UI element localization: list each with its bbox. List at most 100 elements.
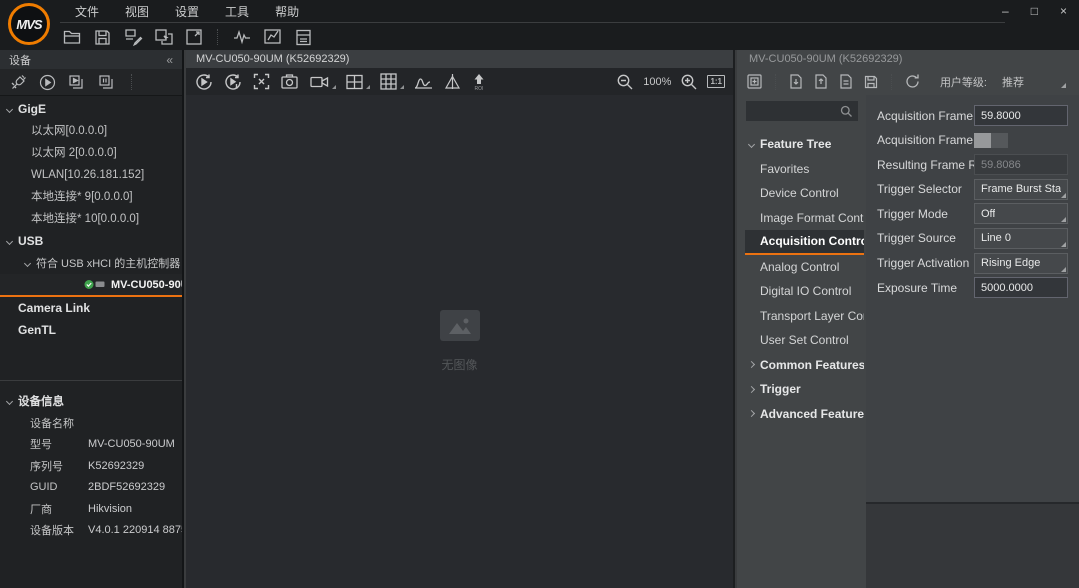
menu-item[interactable]: 文件: [62, 0, 112, 22]
continuous-acquisition-icon[interactable]: [194, 72, 214, 92]
minimize-button[interactable]: –: [1002, 0, 1009, 22]
dropdown-arrow-icon[interactable]: [1061, 83, 1066, 88]
crossline-icon[interactable]: [443, 72, 462, 91]
tree-node-camera-link[interactable]: Camera Link: [0, 297, 182, 319]
property-input[interactable]: 59.8000: [974, 105, 1068, 126]
user-level-control[interactable]: 用户等级: 推荐: [940, 74, 1024, 90]
tree-node-interface[interactable]: 以太网[0.0.0.0]: [0, 120, 182, 142]
waveform-icon[interactable]: [232, 27, 252, 47]
feature-tree-item[interactable]: Acquisition Control: [745, 230, 864, 255]
device-info-row: 序列号 K52692329: [0, 455, 182, 477]
maximize-button[interactable]: □: [1031, 0, 1038, 22]
import-config-icon[interactable]: [788, 73, 804, 90]
device-info-header[interactable]: 设备信息: [0, 390, 182, 412]
snapshot-icon[interactable]: [280, 72, 300, 92]
tree-node-interface[interactable]: 以太网 2[0.0.0.0]: [0, 142, 182, 164]
menu-item[interactable]: 帮助: [262, 0, 312, 22]
tree-node-gentl[interactable]: GenTL: [0, 319, 182, 341]
feature-tree-item[interactable]: Image Format Control: [745, 206, 864, 231]
collapse-panel-button[interactable]: «: [166, 53, 173, 67]
tree-node-interface[interactable]: 本地连接* 10[0.0.0.0]: [0, 208, 182, 230]
dropdown-arrow-icon[interactable]: [400, 85, 404, 89]
start-all-icon[interactable]: [68, 74, 86, 91]
dropdown-corner-icon: [1061, 267, 1066, 272]
feature-tree-item[interactable]: User Set Control: [745, 328, 864, 353]
feature-search-input[interactable]: [746, 101, 858, 121]
open-folder-icon[interactable]: [62, 27, 82, 47]
svg-text:ROI: ROI: [475, 86, 484, 91]
no-image-text: 无图像: [441, 356, 477, 373]
feature-tree-item[interactable]: Common Features: [745, 353, 864, 378]
feature-tree-item[interactable]: Device Control: [745, 181, 864, 206]
device-info-rows: 设备名称 型号 MV-CU050-90UM 序列号 K52692329: [0, 412, 182, 541]
close-button[interactable]: ×: [1060, 0, 1067, 22]
tree-node-interface[interactable]: 本地连接* 9[0.0.0.0]: [0, 186, 182, 208]
property-dropdown[interactable]: Line 0: [974, 228, 1068, 249]
chevron-down-icon: [6, 237, 13, 244]
tree-node-gige[interactable]: GigE: [0, 98, 182, 120]
actual-size-button[interactable]: 1:1: [707, 75, 725, 88]
property-dropdown[interactable]: Frame Burst Star: [974, 179, 1068, 200]
disconnect-icon[interactable]: [10, 74, 27, 91]
split-view-icon[interactable]: [345, 73, 364, 91]
search-icon[interactable]: [840, 105, 853, 118]
layout-switch-icon[interactable]: [154, 27, 174, 47]
property-toggle[interactable]: [974, 133, 1008, 148]
feature-tree-item[interactable]: Analog Control: [745, 255, 864, 280]
feature-tree-item[interactable]: Digital IO Control: [745, 279, 864, 304]
record-config-icon[interactable]: [294, 28, 313, 47]
stop-all-icon[interactable]: [98, 74, 116, 91]
menu-divider: [60, 22, 1005, 23]
property-label: Acquisition Frame...: [877, 109, 974, 123]
property-input[interactable]: 59.8086: [974, 154, 1068, 175]
tree-node-camera-device[interactable]: MV-CU050-90UM (K5269...: [0, 274, 182, 297]
property-label: Trigger Activation: [877, 256, 974, 270]
feature-tree-item[interactable]: Transport Layer Cont...: [745, 304, 864, 329]
fullscreen-icon[interactable]: [185, 28, 203, 46]
feature-tree-item[interactable]: Trigger: [745, 377, 864, 402]
record-icon[interactable]: [309, 73, 330, 91]
toolbar-separator: [217, 29, 218, 45]
start-acquisition-icon[interactable]: [39, 74, 56, 91]
property-input[interactable]: 5000.0000: [974, 277, 1068, 298]
chevron-icon: [748, 361, 755, 368]
viewer-tab[interactable]: MV-CU050-90UM (K52692329): [186, 50, 733, 68]
export-config-icon[interactable]: [813, 73, 829, 90]
statistics-icon[interactable]: [263, 27, 283, 47]
single-acquisition-icon[interactable]: [223, 72, 243, 92]
device-info-row: 设备版本 V4.0.1 220914 8875...: [0, 520, 182, 542]
menu-item[interactable]: 工具: [212, 0, 262, 22]
tree-node-usb[interactable]: USB: [0, 230, 182, 252]
zoom-level[interactable]: 100%: [643, 76, 671, 88]
save-config-icon[interactable]: [863, 74, 879, 90]
features-panel-title: MV-CU050-90UM (K52692329): [737, 50, 1079, 68]
feature-tree-item[interactable]: Favorites: [745, 157, 864, 182]
grid-view-icon[interactable]: [379, 72, 398, 91]
tree-node-interface[interactable]: WLAN[10.26.181.152]: [0, 164, 182, 186]
feature-tree-item[interactable]: Feature Tree: [745, 132, 864, 157]
document-icon[interactable]: [838, 73, 854, 90]
zoom-out-icon[interactable]: [616, 73, 634, 91]
user-level-value: 推荐: [1002, 74, 1024, 90]
image-canvas[interactable]: 无图像: [186, 95, 733, 588]
fit-window-icon[interactable]: [252, 72, 271, 91]
attributes-add-icon[interactable]: [746, 73, 763, 90]
zoom-in-icon[interactable]: [680, 73, 698, 91]
save-icon[interactable]: [93, 28, 112, 47]
menu-item[interactable]: 视图: [112, 0, 162, 22]
property-row: Trigger Selector Frame Burst Star Frame …: [866, 179, 1079, 200]
dropdown-arrow-icon[interactable]: [332, 85, 336, 89]
feature-tree-item[interactable]: Advanced Features: [745, 402, 864, 427]
property-dropdown[interactable]: Rising Edge: [974, 253, 1068, 274]
dropdown-corner-icon: [1061, 217, 1066, 222]
histogram-icon[interactable]: [413, 73, 434, 91]
roi-icon[interactable]: ROI: [471, 72, 487, 91]
property-row: Exposure Time 5000.0000 5000.0000: [866, 277, 1079, 298]
menu-item[interactable]: 设置: [162, 0, 212, 22]
save-as-icon[interactable]: [123, 27, 143, 47]
gige-children: 以太网[0.0.0.0]以太网 2[0.0.0.0]WLAN[10.26.181…: [0, 120, 182, 230]
tree-node-usb-host[interactable]: 符合 USB xHCI 的主机控制器: [0, 252, 182, 274]
property-dropdown[interactable]: Off: [974, 203, 1068, 224]
dropdown-arrow-icon[interactable]: [366, 85, 370, 89]
refresh-icon[interactable]: [904, 73, 921, 90]
